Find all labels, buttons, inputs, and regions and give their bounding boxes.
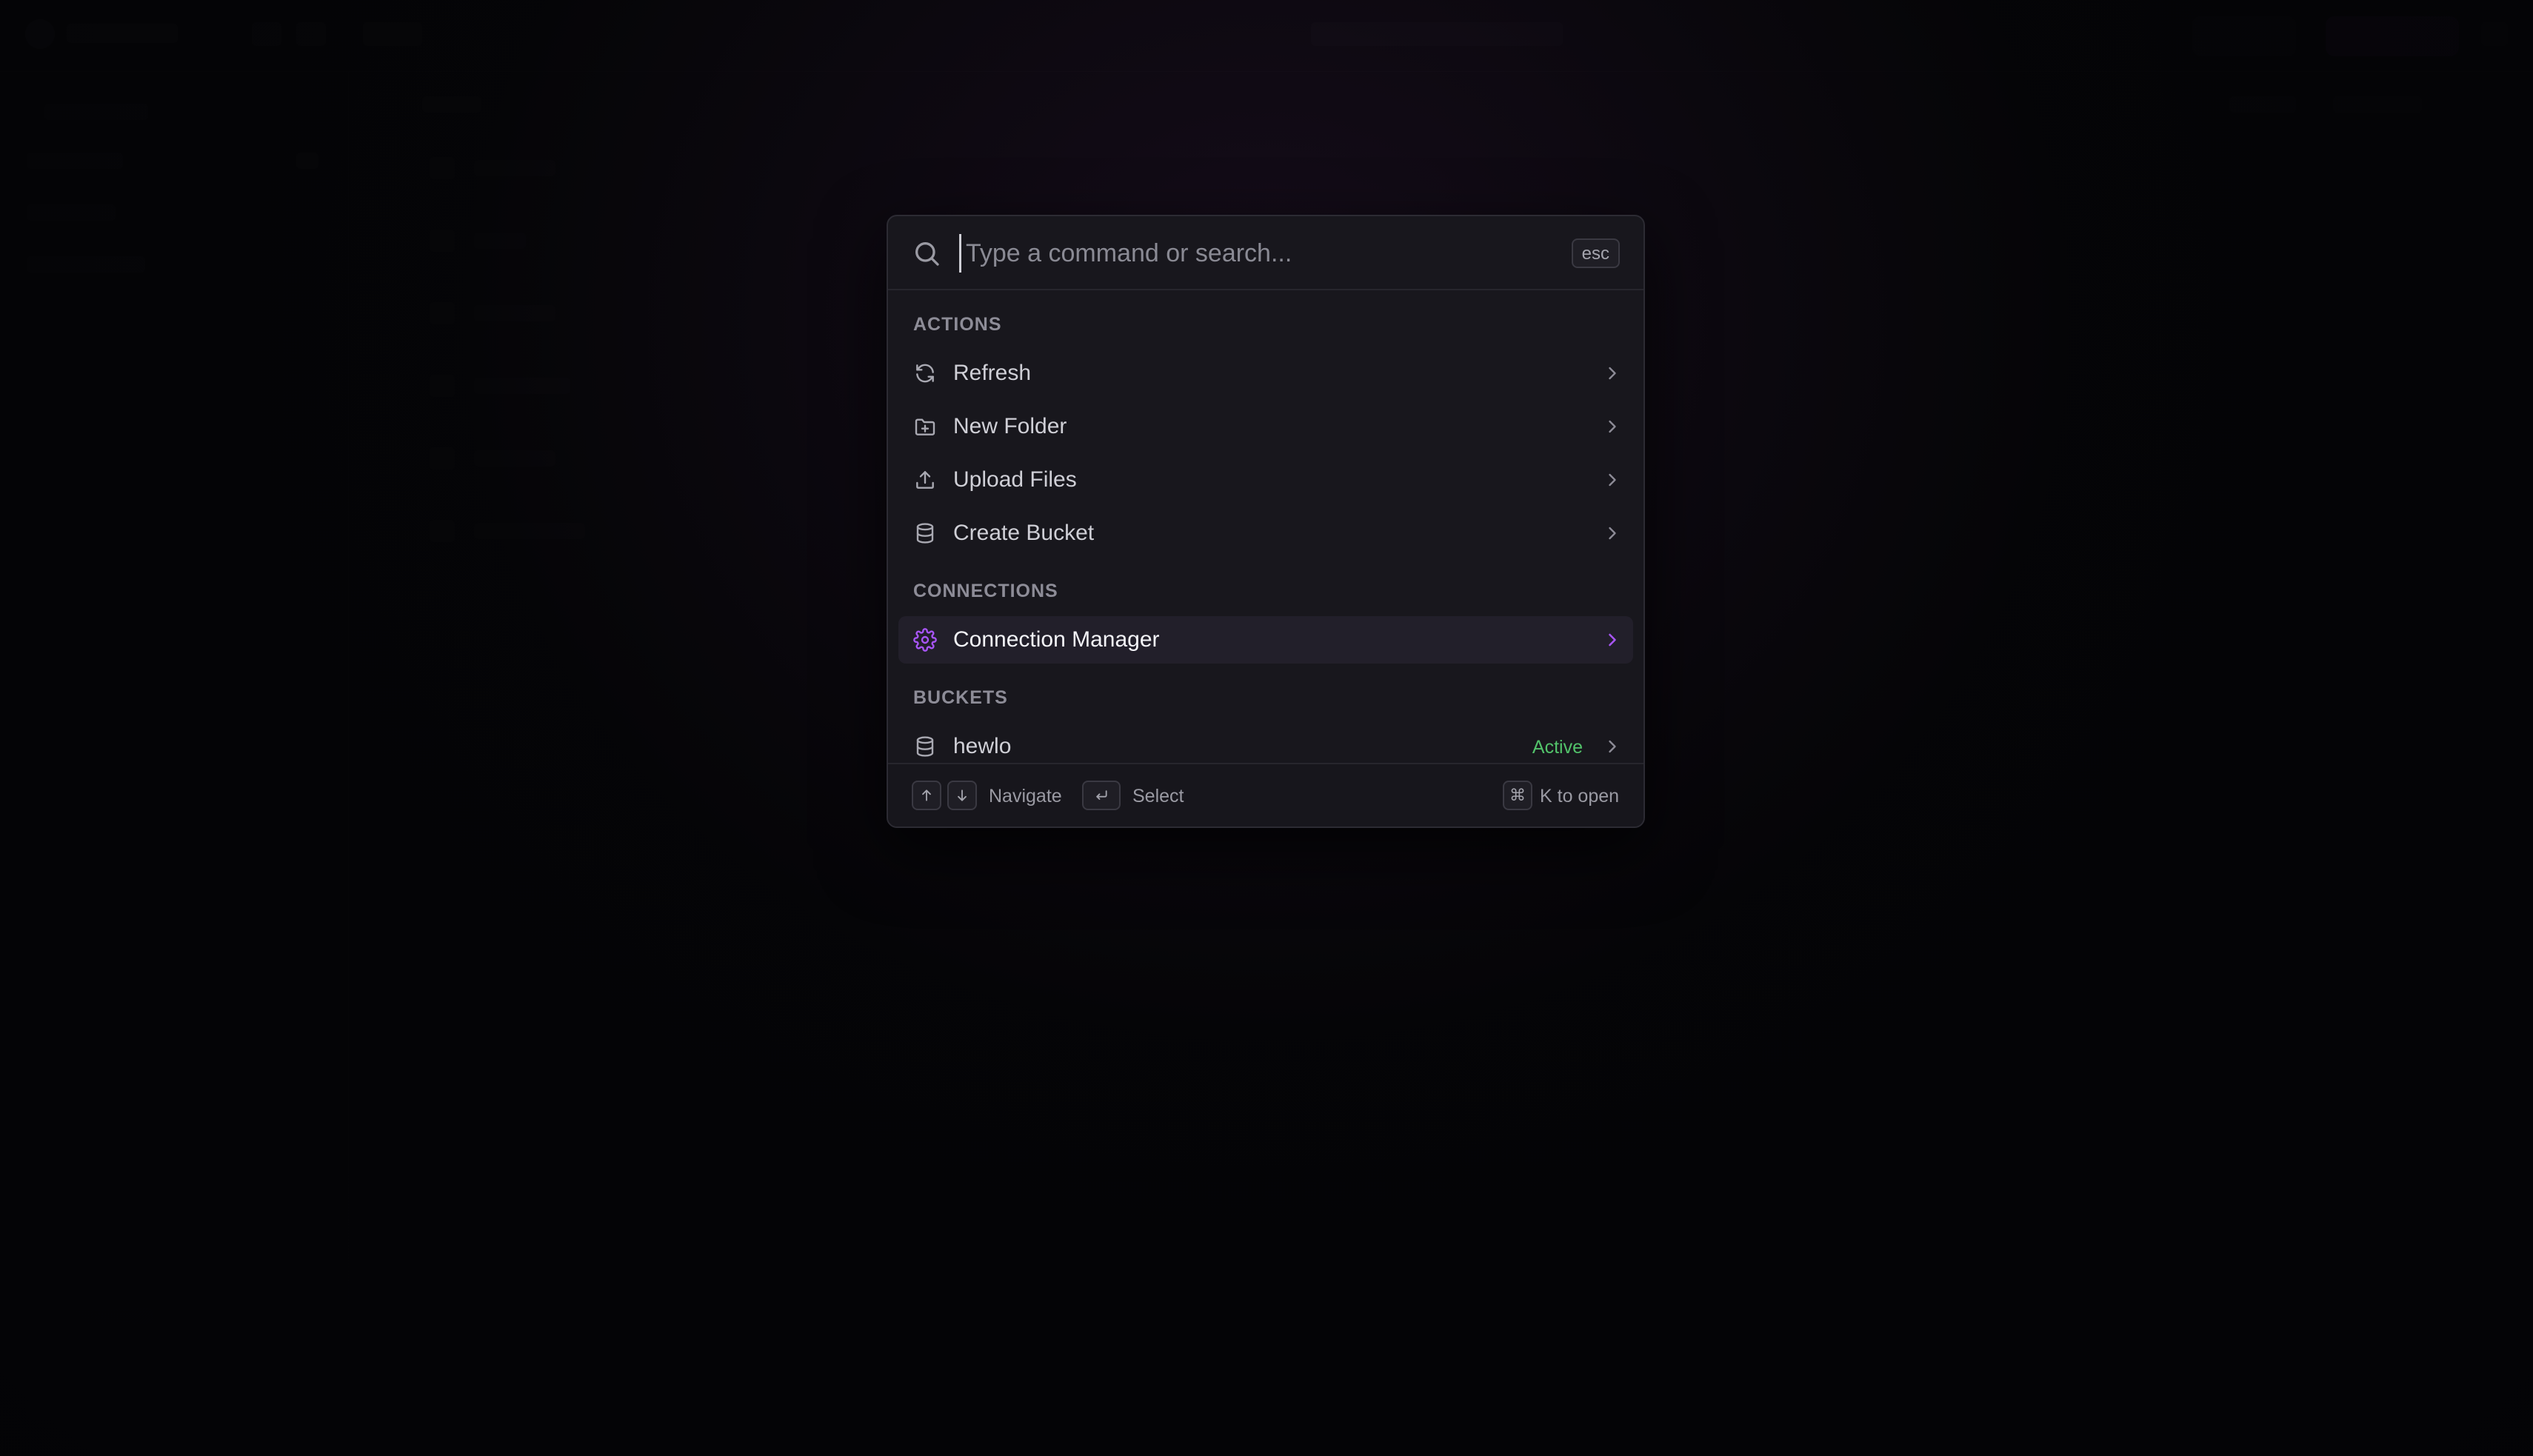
command-key: ⌘ — [1503, 781, 1532, 810]
command-item-connection-manager[interactable]: Connection Manager — [898, 616, 1633, 664]
palette-search-row: esc — [888, 216, 1643, 290]
group-label-actions: ACTIONS — [913, 314, 1002, 335]
chevron-right-icon — [1609, 367, 1616, 380]
gear-icon — [913, 628, 937, 652]
command-item-refresh[interactable]: Refresh — [898, 350, 1633, 397]
folder-plus-icon — [915, 418, 935, 435]
command-list: ACTIONS Refresh New Folder Upload Files … — [888, 290, 1643, 757]
arrow-down-icon — [958, 789, 967, 801]
command-item-label: Connection Manager — [953, 627, 1160, 652]
chevron-right-icon — [1609, 473, 1616, 487]
search-input[interactable] — [959, 234, 1522, 273]
chevron-right-icon — [1609, 527, 1616, 540]
command-key-glyph: ⌘ — [1509, 786, 1526, 804]
esc-key[interactable]: esc — [1571, 238, 1620, 268]
chevron-right-icon — [1609, 420, 1616, 433]
chevron-right-icon — [1609, 633, 1616, 647]
palette-footer: Navigate Select ⌘ K to open — [888, 763, 1643, 826]
command-item-label: Upload Files — [953, 467, 1077, 492]
navigate-hint: Navigate — [989, 786, 1062, 807]
select-hint: Select — [1132, 786, 1184, 807]
command-item-label: hewlo — [953, 734, 1012, 757]
arrow-up-icon — [922, 789, 931, 801]
status-badge: Active — [1532, 737, 1583, 757]
arrow-up-key — [912, 781, 941, 810]
arrow-down-key — [947, 781, 977, 810]
command-item-new-folder[interactable]: New Folder — [898, 403, 1633, 450]
chevron-right-icon — [1609, 740, 1616, 753]
upload-icon — [916, 471, 934, 489]
enter-icon — [1096, 790, 1107, 800]
command-item-label: New Folder — [953, 414, 1067, 438]
group-label-buckets: BUCKETS — [913, 687, 1008, 708]
enter-key — [1082, 781, 1121, 810]
command-item-upload-files[interactable]: Upload Files — [898, 456, 1633, 504]
refresh-icon — [916, 364, 934, 383]
search-icon — [915, 242, 939, 266]
group-label-connections: CONNECTIONS — [913, 581, 1058, 601]
command-item-label: Refresh — [953, 361, 1032, 385]
command-item-bucket-hewlo[interactable]: hewlo Active — [898, 723, 1633, 757]
command-item-label: Create Bucket — [953, 521, 1095, 545]
database-icon — [916, 523, 934, 544]
command-item-create-bucket[interactable]: Create Bucket — [898, 510, 1633, 557]
command-palette: esc ACTIONS Refresh New Folder Upload Fi… — [887, 215, 1645, 828]
open-hint: K to open — [1540, 786, 1620, 807]
database-icon — [916, 736, 934, 757]
